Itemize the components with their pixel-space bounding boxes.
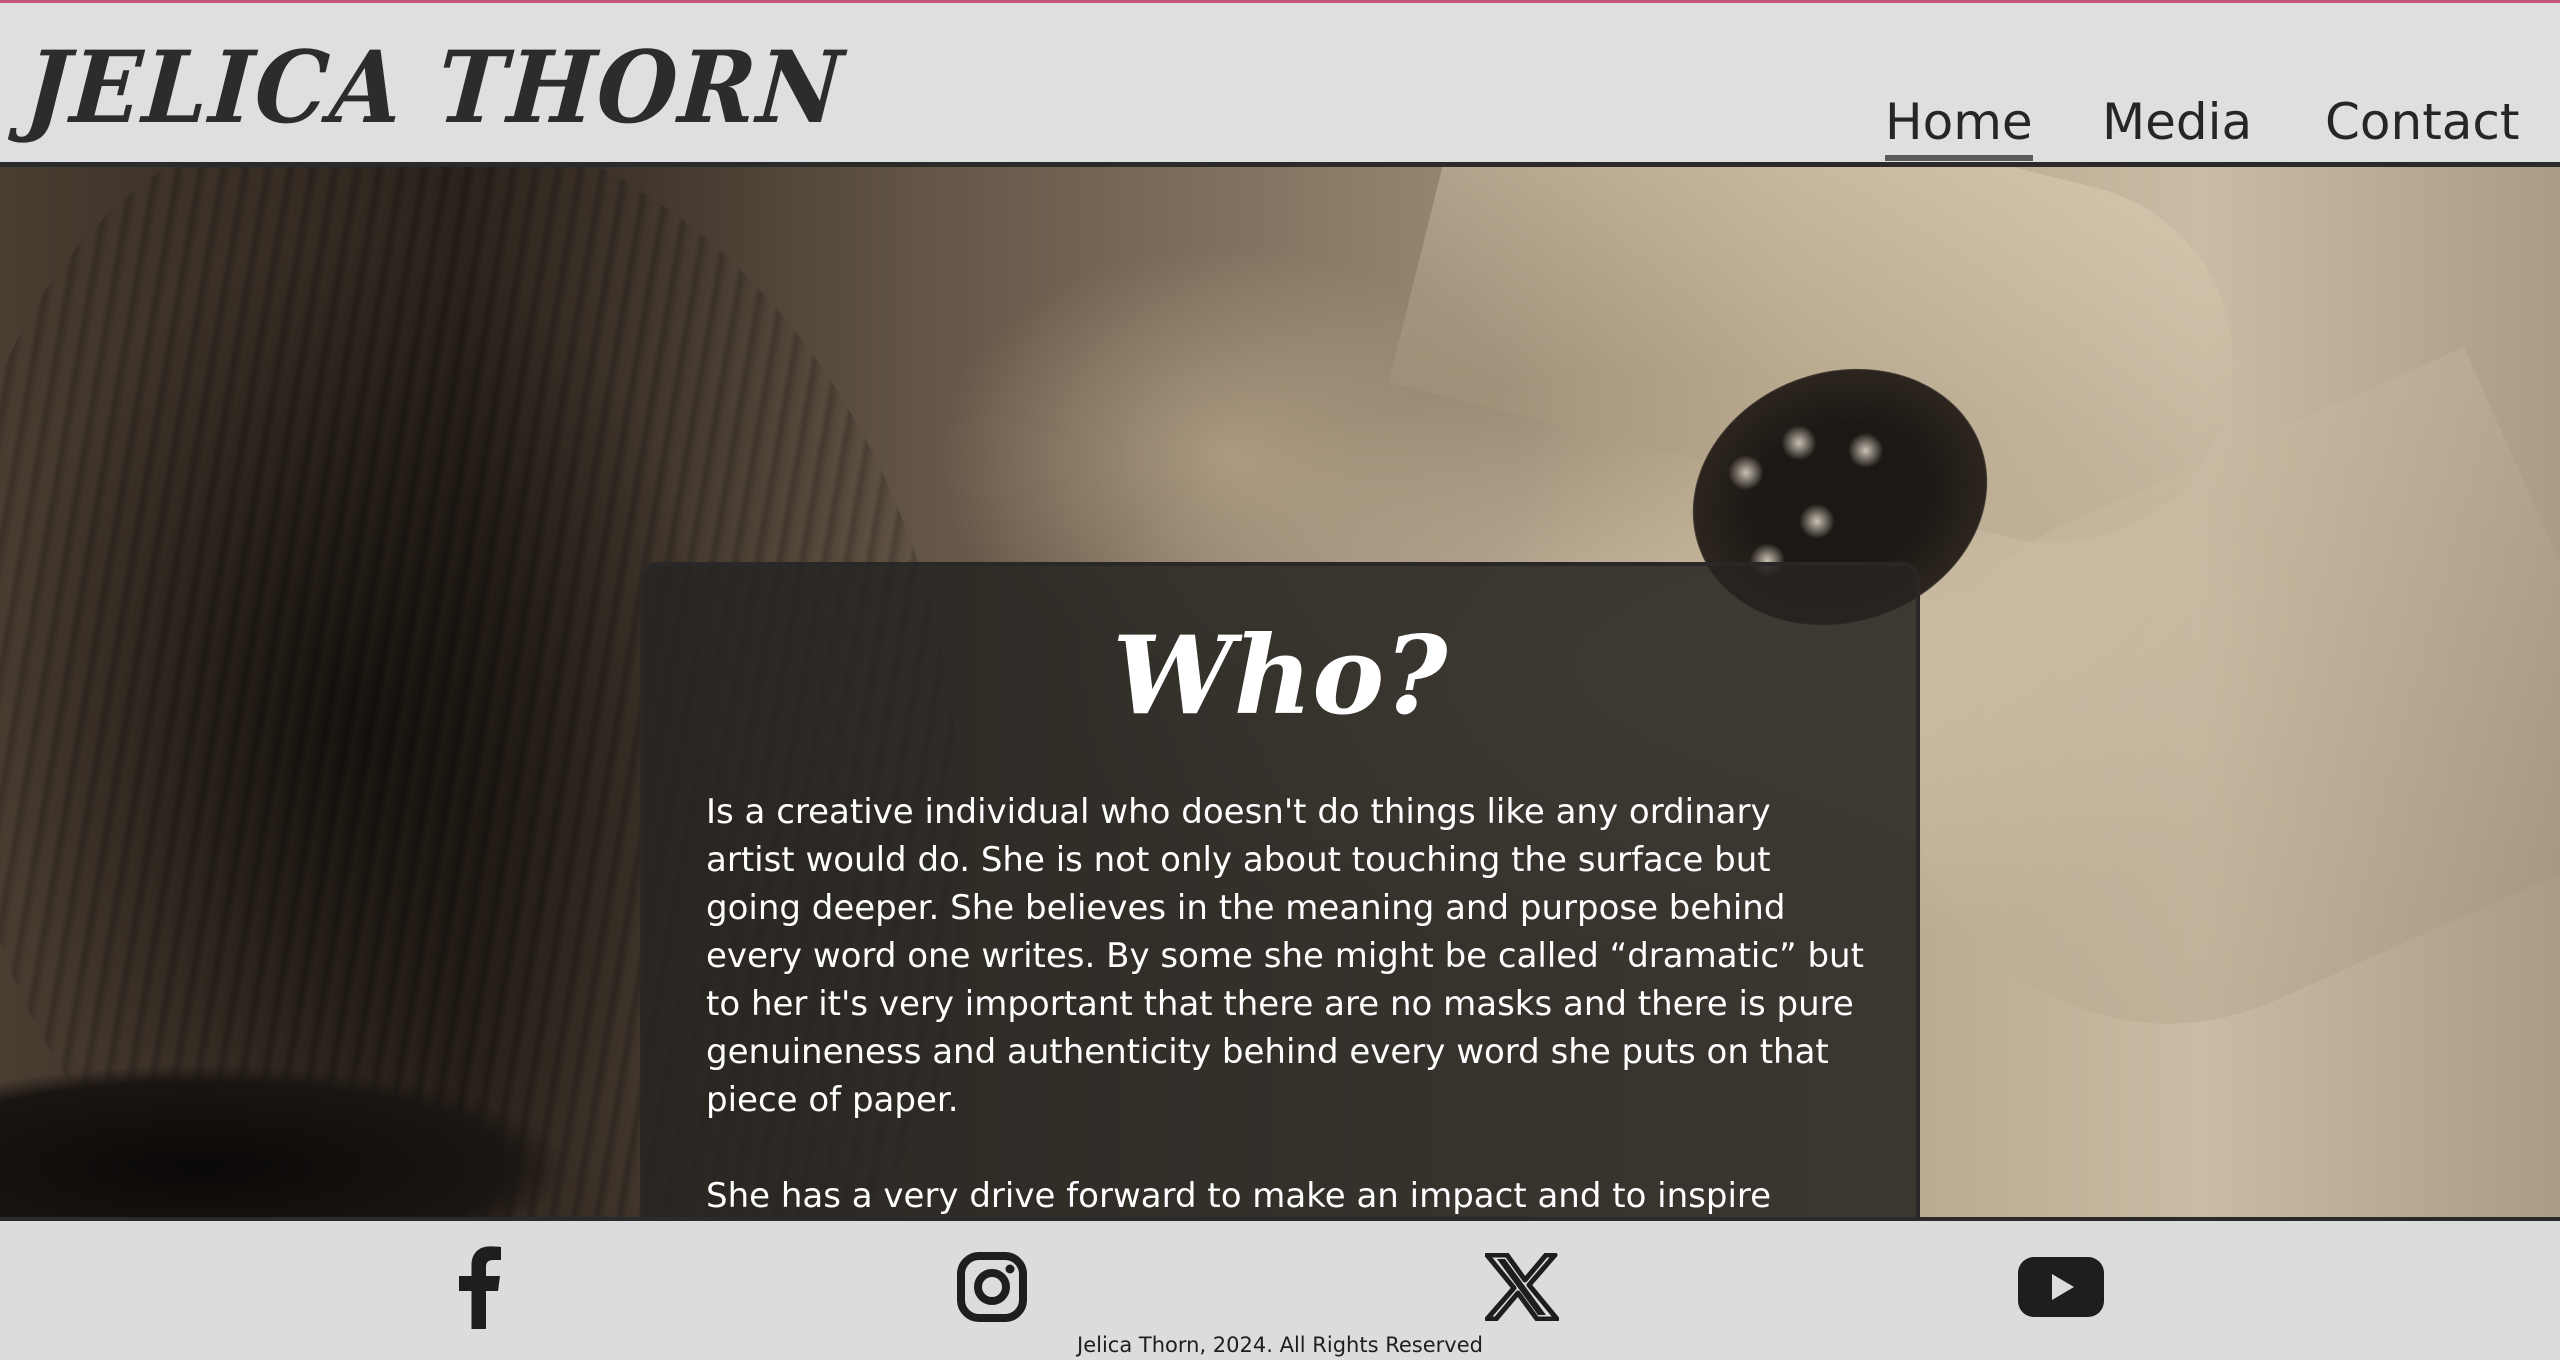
nav-media-link[interactable]: Media <box>2102 87 2252 157</box>
about-paragraph: Is a creative individual who doesn't do … <box>706 792 1864 1120</box>
facebook-icon <box>459 1246 501 1329</box>
x-twitter-link[interactable] <box>1472 1243 1572 1331</box>
photo-collar <box>0 1067 560 1217</box>
x-twitter-icon <box>1485 1253 1559 1321</box>
about-card: Who? Is a creative individual who doesn'… <box>640 562 1920 1222</box>
about-paragraph: She has a very drive forward to make an … <box>706 1176 1772 1216</box>
site-footer: Jelica Thorn, 2024. All Rights Reserved <box>0 1217 2560 1360</box>
site-header: JELICA THORN Home Media Contact <box>0 0 2560 167</box>
site-logo[interactable]: JELICA THORN <box>22 29 848 146</box>
instagram-icon <box>957 1252 1027 1322</box>
facebook-link[interactable] <box>428 1243 528 1331</box>
about-text: Is a creative individual who doesn't do … <box>706 788 1866 1218</box>
about-title: Who? <box>1112 613 1448 739</box>
nav-home-link[interactable]: Home <box>1885 87 2033 161</box>
youtube-icon <box>2018 1257 2104 1317</box>
copyright-text: Jelica Thorn, 2024. All Rights Reserved <box>1077 1333 1483 1357</box>
instagram-link[interactable] <box>942 1243 1042 1331</box>
nav-contact-link[interactable]: Contact <box>2325 87 2520 157</box>
youtube-link[interactable] <box>2011 1243 2111 1331</box>
